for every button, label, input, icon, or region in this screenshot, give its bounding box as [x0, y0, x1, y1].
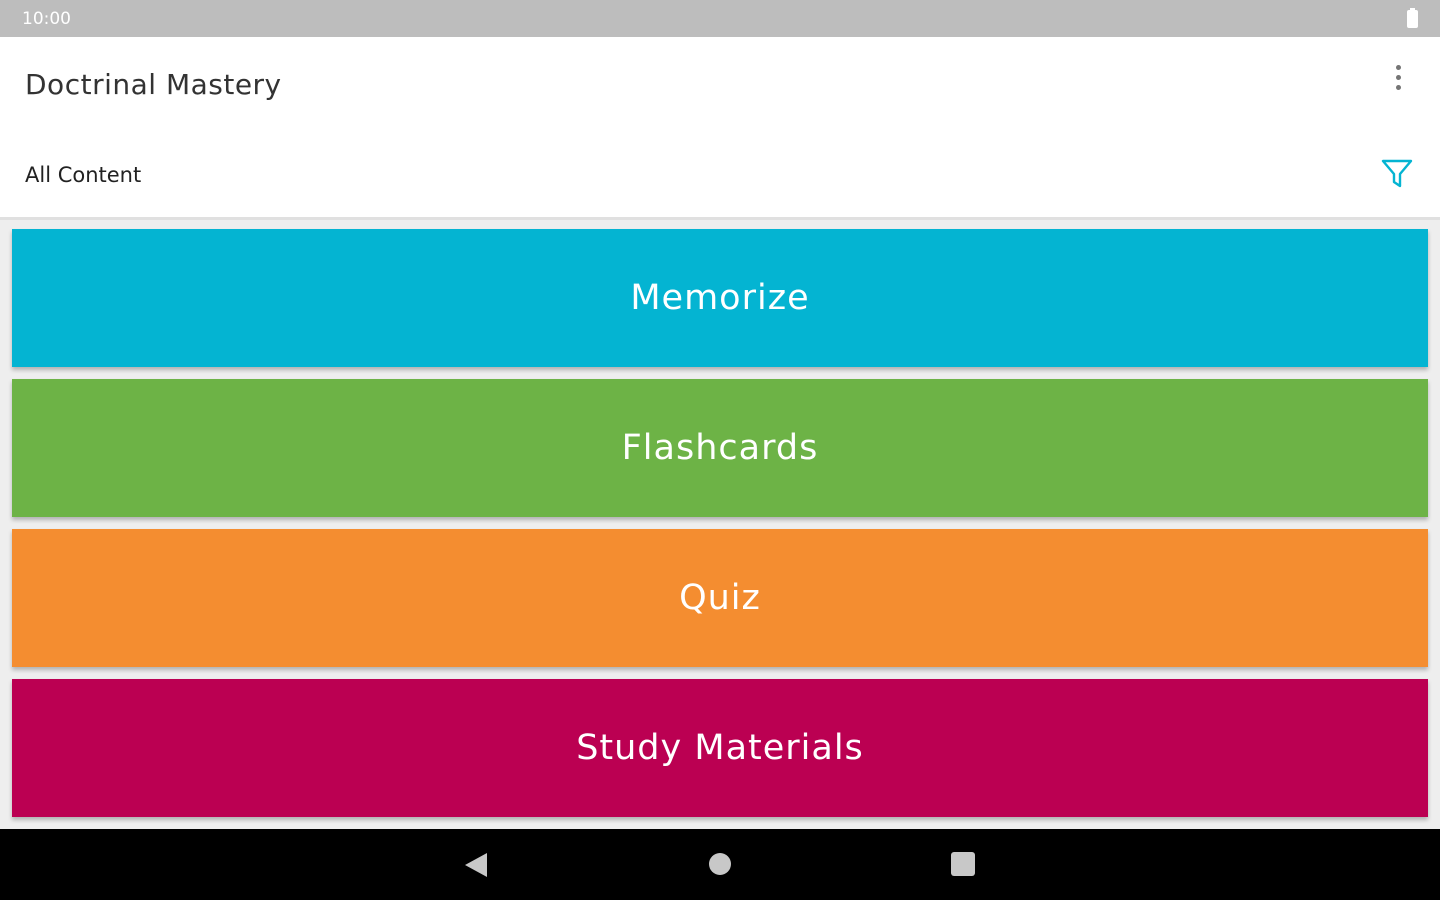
status-time: 10:00	[22, 9, 71, 29]
status-bar: 10:00	[0, 0, 1440, 37]
battery-icon	[1407, 8, 1418, 28]
app-bar: Doctrinal Mastery All Content	[0, 37, 1440, 220]
study-materials-button[interactable]: Study Materials	[12, 679, 1428, 817]
app-title: Doctrinal Mastery	[25, 68, 282, 101]
recents-icon[interactable]	[951, 852, 975, 876]
home-icon[interactable]	[709, 853, 731, 875]
flashcards-button[interactable]: Flashcards	[12, 379, 1428, 517]
filter-label: All Content	[25, 163, 142, 187]
navigation-bar	[0, 829, 1440, 900]
filter-icon[interactable]	[1380, 157, 1414, 191]
back-icon[interactable]	[465, 853, 487, 877]
memorize-button[interactable]: Memorize	[12, 229, 1428, 367]
quiz-button[interactable]: Quiz	[12, 529, 1428, 667]
more-options-icon[interactable]	[1392, 65, 1404, 95]
